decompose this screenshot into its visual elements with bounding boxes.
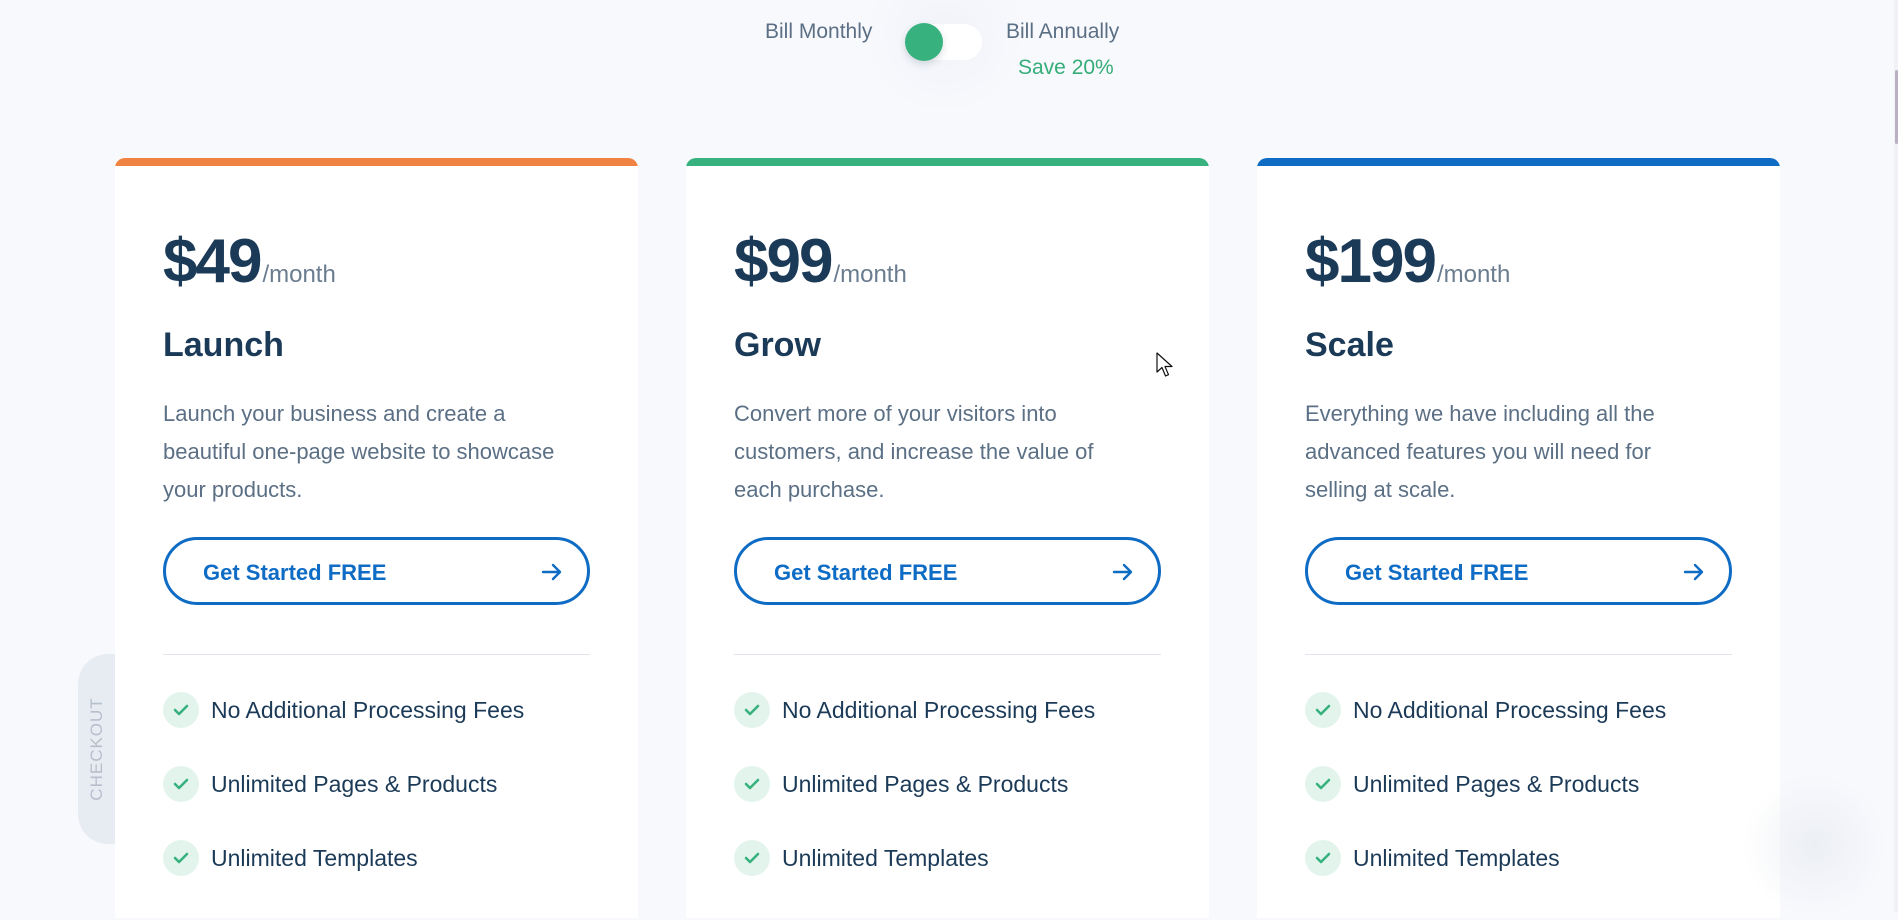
check-icon — [1305, 766, 1341, 802]
feature-text: No Additional Processing Fees — [782, 697, 1096, 723]
checkout-side-tab-label: CHECKOUT — [86, 697, 106, 801]
arrow-right-icon — [1112, 563, 1133, 581]
plan-card-scale: $199/month Scale Everything we have incl… — [1257, 158, 1780, 918]
plan-accent-bar — [686, 158, 1209, 166]
plan-description: Convert more of your visitors into custo… — [734, 401, 1094, 502]
feature-text: No Additional Processing Fees — [211, 697, 525, 723]
get-started-label: Get Started FREE — [1345, 560, 1529, 585]
plan-period: /month — [1436, 261, 1511, 288]
arrow-right-icon — [1683, 563, 1704, 581]
plan-description: Everything we have including all the adv… — [1305, 401, 1655, 502]
check-icon — [163, 840, 199, 876]
get-started-button[interactable]: Get Started FREE — [1305, 537, 1732, 605]
price-row: $199/month — [1305, 226, 1510, 297]
plan-period: /month — [262, 261, 336, 288]
feature-text: Unlimited Pages & Products — [211, 771, 498, 797]
check-icon — [734, 840, 770, 876]
feature-text: Unlimited Templates — [1353, 845, 1560, 871]
plan-price: $99 — [734, 227, 833, 296]
get-started-button[interactable]: Get Started FREE — [734, 537, 1161, 605]
plan-accent-bar — [1257, 158, 1780, 166]
plan-card-launch: $49/month Launch Launch your business an… — [115, 158, 638, 918]
save-badge: Save 20% — [1018, 56, 1114, 79]
check-icon — [1305, 840, 1341, 876]
feature-text: Unlimited Pages & Products — [1353, 771, 1640, 797]
billing-toggle-knob[interactable] — [905, 23, 943, 61]
get-started-label: Get Started FREE — [774, 560, 958, 585]
billing-toggle[interactable] — [905, 23, 982, 61]
feature-text: No Additional Processing Fees — [1353, 697, 1667, 723]
divider — [734, 654, 1161, 655]
feature-text: Unlimited Templates — [782, 845, 989, 871]
plan-name: Launch — [163, 326, 284, 364]
check-icon — [163, 766, 199, 802]
plan-price: $199 — [1305, 227, 1437, 296]
floating-widget-shadow — [1745, 770, 1885, 920]
price-row: $49/month — [163, 226, 336, 297]
check-icon — [163, 692, 199, 728]
get-started-button[interactable]: Get Started FREE — [163, 537, 590, 605]
price-row: $99/month — [734, 226, 907, 297]
feature-text: Unlimited Templates — [211, 845, 418, 871]
plan-card-grow: $99/month Grow Convert more of your visi… — [686, 158, 1209, 918]
plan-name: Grow — [734, 326, 821, 364]
check-icon — [734, 766, 770, 802]
bill-monthly-label[interactable]: Bill Monthly — [765, 20, 872, 44]
check-icon — [734, 692, 770, 728]
divider — [163, 654, 590, 655]
plan-price: $49 — [163, 227, 262, 296]
plan-period: /month — [833, 261, 907, 288]
get-started-label: Get Started FREE — [203, 560, 387, 585]
arrow-right-icon — [541, 563, 562, 581]
mouse-cursor-icon — [1156, 352, 1173, 377]
check-icon — [1305, 692, 1341, 728]
plan-name: Scale — [1305, 326, 1394, 364]
plan-description: Launch your business and create a beauti… — [163, 401, 555, 502]
plan-accent-bar — [115, 158, 638, 166]
feature-text: Unlimited Pages & Products — [782, 771, 1069, 797]
divider — [1305, 654, 1732, 655]
checkout-side-tab[interactable]: CHECKOUT — [78, 654, 115, 844]
bill-annually-label[interactable]: Bill Annually — [1006, 20, 1119, 44]
